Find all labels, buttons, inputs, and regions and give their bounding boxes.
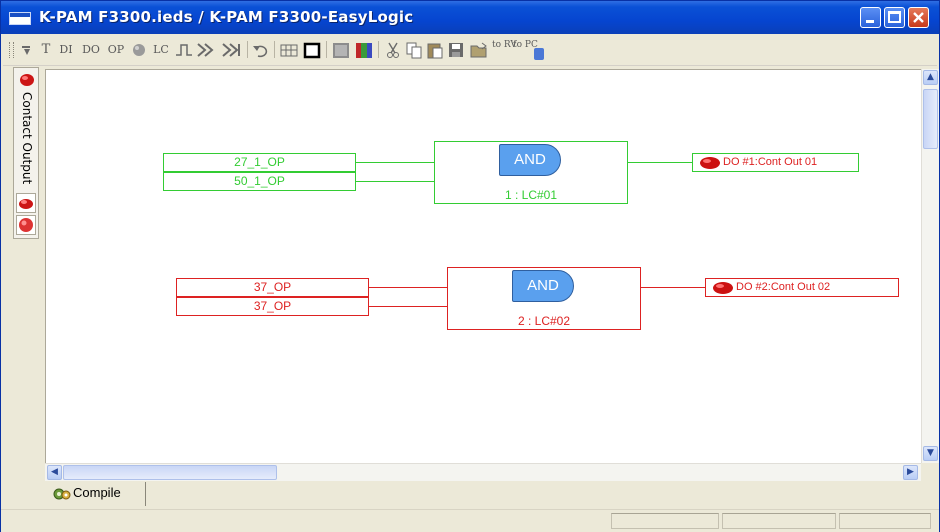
scroll-right-icon[interactable]: ▶ <box>903 465 918 480</box>
logic2-output-led-icon <box>713 282 733 294</box>
app-window: K-PAM F3300.ieds / K-PAM F3300-EasyLogic… <box>0 0 940 532</box>
toolbar-separator <box>274 41 275 58</box>
minimize-button[interactable] <box>860 7 881 28</box>
paste-icon[interactable] <box>426 40 444 60</box>
undo-icon[interactable] <box>252 40 270 60</box>
led-tool-icon[interactable] <box>131 40 147 60</box>
logic2-output-label: DO #2:Cont Out 02 <box>736 281 831 293</box>
toolbar-separator <box>326 41 327 58</box>
logic2-output[interactable]: DO #2:Cont Out 02 <box>705 278 899 297</box>
sidebar-tabs: Contact Output <box>13 67 39 239</box>
send-to-rv-button[interactable]: to RV <box>492 40 517 60</box>
logic2-wire-in-2 <box>369 306 447 307</box>
logic1-output-led-icon <box>700 157 720 169</box>
logic1-wire-in-2 <box>356 181 434 182</box>
logic2-wire-out <box>641 287 705 288</box>
toolbar: T DI DO OP LC to RV to PC <box>3 34 937 66</box>
di-tool-button[interactable]: DI <box>55 40 77 60</box>
status-panel-2 <box>722 513 836 529</box>
maximize-button[interactable] <box>884 7 905 28</box>
logic1-wire-in-1 <box>356 162 434 163</box>
op-tool-button[interactable]: OP <box>105 40 127 60</box>
toolbar-overflow-button[interactable] <box>534 48 544 60</box>
grid-icon[interactable] <box>279 40 299 60</box>
status-bar <box>1 509 939 532</box>
copy-icon[interactable] <box>405 40 423 60</box>
lc-tool-button[interactable]: LC <box>151 40 171 60</box>
logic2-and-gate: AND <box>512 270 574 302</box>
compile-gears-icon <box>53 488 71 500</box>
border-color-icon[interactable] <box>302 40 322 60</box>
logic2-input-1[interactable]: 37_OP <box>176 278 369 297</box>
do-tool-button[interactable]: DO <box>80 40 102 60</box>
vertical-scroll-thumb[interactable] <box>923 89 938 149</box>
logic1-label: 1 : LC#01 <box>504 188 558 202</box>
vertical-scrollbar[interactable]: ▲ ▼ <box>921 69 939 463</box>
logic1-wire-out <box>628 162 692 163</box>
status-panel-3 <box>839 513 931 529</box>
logic2-input-2[interactable]: 37_OP <box>176 297 369 316</box>
tab-compile[interactable]: Compile <box>45 482 146 506</box>
toolbar-separator <box>247 41 248 58</box>
cut-icon[interactable] <box>384 40 402 60</box>
app-icon <box>9 12 31 25</box>
save-icon[interactable] <box>447 40 465 60</box>
send-to-pc-button[interactable]: to PC <box>513 40 538 60</box>
toolbar-grip[interactable] <box>9 42 14 58</box>
tab-contact-output[interactable]: Contact Output <box>20 92 34 184</box>
logic1-output[interactable]: DO #1:Cont Out 01 <box>692 153 859 172</box>
fill-color-icon[interactable] <box>331 40 351 60</box>
logic1-gate-box[interactable]: AND 1 : LC#01 <box>434 141 628 204</box>
scroll-up-icon[interactable]: ▲ <box>923 70 938 85</box>
logic2-label: 2 : LC#02 <box>517 314 571 328</box>
led-output-button[interactable] <box>16 193 36 213</box>
select-tool-icon[interactable] <box>19 40 35 60</box>
scroll-left-icon[interactable]: ◀ <box>47 465 62 480</box>
logic1-output-label: DO #1:Cont Out 01 <box>723 156 818 168</box>
scroll-down-icon[interactable]: ▼ <box>923 446 938 461</box>
color-palette-icon[interactable] <box>354 40 374 60</box>
logic-canvas[interactable]: 27_1_OP 50_1_OP AND 1 : LC#01 DO #1:Cont… <box>45 69 922 464</box>
logic2-gate-box[interactable]: AND 2 : LC#02 <box>447 267 641 330</box>
forward-tool-icon[interactable] <box>196 40 218 60</box>
title-bar[interactable]: K-PAM F3300.ieds / K-PAM F3300-EasyLogic <box>1 1 939 34</box>
close-button[interactable] <box>908 7 929 28</box>
logic2-wire-in-1 <box>369 287 447 288</box>
led-indicator-button[interactable] <box>16 215 36 235</box>
open-folder-icon[interactable] <box>469 40 489 60</box>
contact-output-icon <box>20 74 34 86</box>
forward-end-tool-icon[interactable] <box>221 40 243 60</box>
text-tool-button[interactable]: T <box>39 40 53 60</box>
scrollbar-corner <box>921 463 938 480</box>
toolbar-separator <box>378 41 379 58</box>
window-title: K-PAM F3300.ieds / K-PAM F3300-EasyLogic <box>39 8 414 26</box>
horizontal-scroll-thumb[interactable] <box>63 465 277 480</box>
pulse-tool-icon[interactable] <box>175 40 193 60</box>
status-panel-1 <box>611 513 719 529</box>
compile-label: Compile <box>73 485 121 500</box>
horizontal-scrollbar[interactable]: ◀ ▶ <box>45 463 921 481</box>
logic1-input-1[interactable]: 27_1_OP <box>163 153 356 172</box>
logic1-and-gate: AND <box>499 144 561 176</box>
logic1-input-2[interactable]: 50_1_OP <box>163 172 356 191</box>
